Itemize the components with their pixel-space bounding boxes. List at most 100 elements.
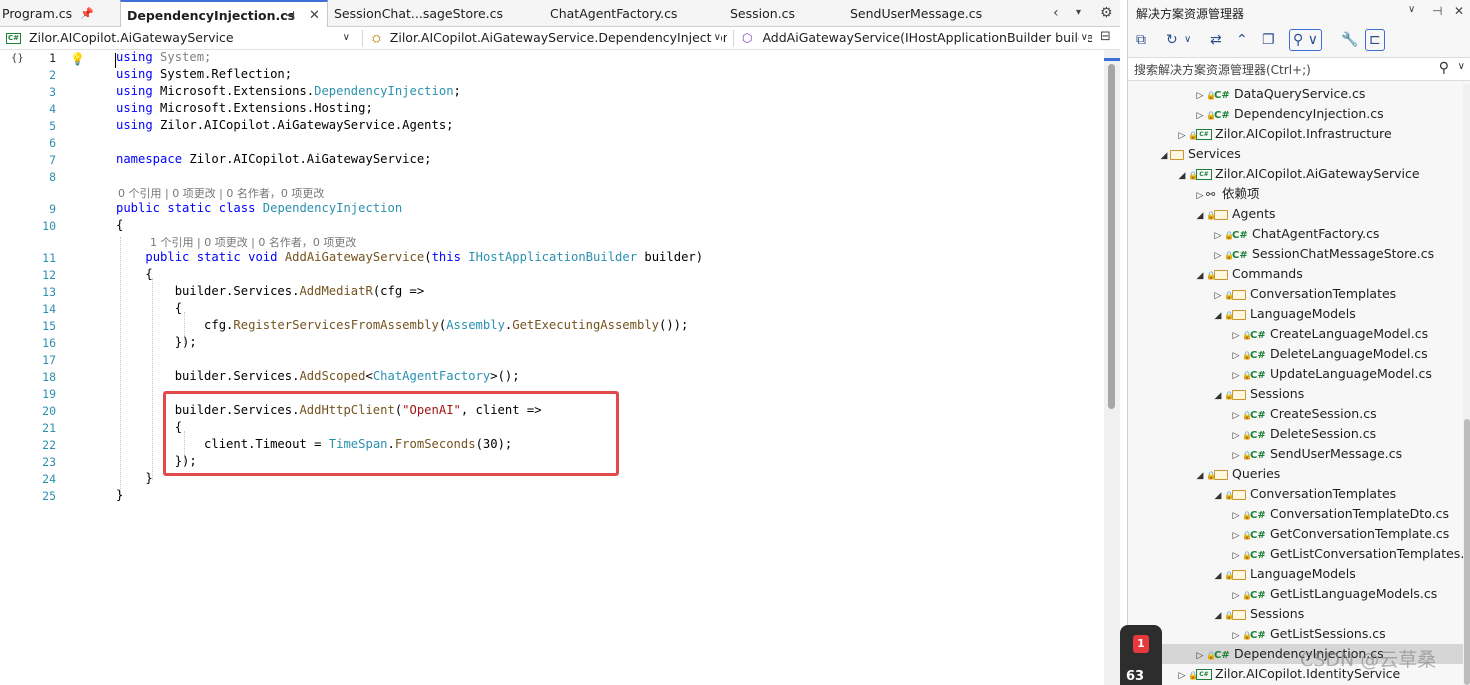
tree-item[interactable]: ▷ 🔒C# SendUserMessage.cs (1128, 444, 1463, 464)
expanded-arrow-icon[interactable]: ◢ (1212, 386, 1224, 406)
tree-item[interactable]: ▷ 🔒C# GetConversationTemplate.cs (1128, 524, 1463, 544)
tree-item[interactable]: ▷ 🔒C# GetListConversationTemplates.cs (1128, 544, 1463, 564)
tab-session[interactable]: Session.cs (730, 0, 840, 27)
collapsed-arrow-icon[interactable]: ▷ (1230, 366, 1242, 386)
chevron-down-icon[interactable]: ∨ (1458, 61, 1465, 72)
project-dropdown[interactable]: C# Zilor.AICopilot.AiGatewayService ∨ (6, 27, 356, 50)
solution-search-input[interactable] (1134, 60, 1424, 79)
tab-chat-agent-factory[interactable]: ChatAgentFactory.cs (550, 0, 710, 27)
tree-item[interactable]: ▷ 🔒C# DataQueryService.cs (1128, 84, 1463, 104)
expanded-arrow-icon[interactable]: ◢ (1212, 306, 1224, 326)
codelens-method[interactable]: 1 个引用 | 0 项更改 | 0 名作者，0 项更改 (150, 234, 356, 250)
collapsed-arrow-icon[interactable]: ▷ (1212, 246, 1224, 266)
expanded-arrow-icon[interactable]: ◢ (1212, 566, 1224, 586)
copy-icon[interactable]: ❐ (1262, 32, 1275, 48)
tab-send-user-message[interactable]: SendUserMessage.cs (850, 0, 1020, 27)
solution-search-box[interactable]: ⚲ ∨ (1128, 57, 1470, 81)
tree-item[interactable]: ▷ 🔒C# ChatAgentFactory.cs (1128, 224, 1463, 244)
close-icon[interactable]: ✕ (1454, 4, 1464, 18)
expanded-arrow-icon[interactable]: ◢ (1194, 206, 1206, 226)
sync-icon[interactable]: ⇄ (1210, 32, 1222, 48)
collapsed-arrow-icon[interactable]: ▷ (1194, 186, 1206, 206)
collapsed-arrow-icon[interactable]: ▷ (1230, 506, 1242, 526)
tree-item[interactable]: ◢ 🔒 Sessions (1128, 384, 1463, 404)
pin-icon[interactable]: ⊣ (285, 2, 295, 28)
gear-icon[interactable]: ⚙ (1100, 4, 1113, 22)
collapsed-arrow-icon[interactable]: ▷ (1194, 646, 1206, 666)
preview-icon[interactable]: ⊏ (1365, 29, 1385, 51)
history-icon[interactable]: ↻ (1166, 32, 1178, 48)
tree-item[interactable]: ▷ 🔒 ConversationTemplates (1128, 284, 1463, 304)
expanded-arrow-icon[interactable]: ◢ (1176, 166, 1188, 186)
collapsed-arrow-icon[interactable]: ▷ (1230, 446, 1242, 466)
switch-views-icon[interactable]: ⧉ (1136, 32, 1146, 48)
chevron-down-icon[interactable]: ∨ (1408, 4, 1415, 15)
tree-item[interactable]: ◢ 🔒 Sessions (1128, 604, 1463, 624)
tree-item[interactable]: ◢ 🔒 LanguageModels (1128, 564, 1463, 584)
scrollbar-thumb[interactable] (1464, 419, 1470, 685)
editor-scrollbar[interactable] (1104, 50, 1120, 685)
pin-icon[interactable]: ⊣ (1432, 4, 1442, 18)
collapsed-arrow-icon[interactable]: ▷ (1230, 326, 1242, 346)
tree-item[interactable]: ▷ 🔒C# SessionChatMessageStore.cs (1128, 244, 1463, 264)
chevron-down-icon[interactable]: ▾ (1076, 4, 1081, 22)
expanded-arrow-icon[interactable]: ◢ (1212, 486, 1224, 506)
type-dropdown[interactable]: ⛭ Zilor.AICopilot.AiGatewayService.Depen… (372, 27, 727, 50)
wrench-icon[interactable]: 🔧 (1341, 32, 1358, 48)
tab-session-chat-message-store[interactable]: SessionChat...sageStore.cs (334, 0, 534, 27)
tree-item[interactable]: ▷ 🔒C# CreateSession.cs (1128, 404, 1463, 424)
collapsed-arrow-icon[interactable]: ▷ (1194, 106, 1206, 126)
tree-item[interactable]: ◢ 🔒 LanguageModels (1128, 304, 1463, 324)
split-editor-icon[interactable]: ⊟ (1100, 29, 1111, 44)
expanded-arrow-icon[interactable]: ◢ (1158, 146, 1170, 166)
scrollbar-thumb[interactable] (1108, 64, 1115, 409)
tree-item[interactable]: ◢ 🔒 Commands (1128, 264, 1463, 284)
collapsed-arrow-icon[interactable]: ▷ (1230, 426, 1242, 446)
collapsed-arrow-icon[interactable]: ▷ (1194, 86, 1206, 106)
close-icon[interactable]: ✕ (309, 2, 320, 28)
expanded-arrow-icon[interactable]: ◢ (1194, 266, 1206, 286)
notification-widget[interactable]: 1 63 (1120, 625, 1162, 685)
tree-item[interactable]: ▷ 🔒C# DependencyInjection.cs (1128, 104, 1463, 124)
collapsed-arrow-icon[interactable]: ▷ (1230, 346, 1242, 366)
collapsed-arrow-icon[interactable]: ▷ (1176, 666, 1188, 685)
tree-item[interactable]: ◢ 🔒 ConversationTemplates (1128, 484, 1463, 504)
tree-item[interactable]: ▷ 🔒C# Zilor.AICopilot.Infrastructure (1128, 124, 1463, 144)
tab-dependency-injection[interactable]: DependencyInjection.cs ⊣ ✕ (120, 0, 328, 28)
tree-item[interactable]: ▷ ⚯ 依赖项 (1128, 184, 1463, 204)
collapse-all-icon[interactable]: ⌃ (1236, 32, 1248, 48)
collapsed-arrow-icon[interactable]: ▷ (1230, 626, 1242, 646)
filter-icon[interactable]: ⚲ ∨ (1289, 29, 1322, 51)
tree-item[interactable]: ◢ 🔒C# Zilor.AICopilot.AiGatewayService (1128, 164, 1463, 184)
tree-item[interactable]: ▷ 🔒C# GetListSessions.cs (1128, 624, 1463, 644)
tree-item[interactable]: ▷ 🔒C# UpdateLanguageModel.cs (1128, 364, 1463, 384)
tree-item[interactable]: ▷ 🔒C# ConversationTemplateDto.cs (1128, 504, 1463, 524)
collapsed-arrow-icon[interactable]: ▷ (1212, 226, 1224, 246)
tree-item[interactable]: ▷ 🔒C# DeleteLanguageModel.cs (1128, 344, 1463, 364)
tree-item[interactable]: ◢ 🔒 Queries (1128, 464, 1463, 484)
chevron-down-icon[interactable]: ∨ (1184, 32, 1191, 48)
pin-icon[interactable]: 📌 (80, 0, 94, 27)
collapsed-arrow-icon[interactable]: ▷ (1212, 286, 1224, 306)
collapsed-arrow-icon[interactable]: ▷ (1230, 546, 1242, 566)
tab-program[interactable]: Program.cs 📌 (0, 0, 118, 27)
tree-item[interactable]: ▷ 🔒C# DeleteSession.cs (1128, 424, 1463, 444)
expanded-arrow-icon[interactable]: ◢ (1212, 606, 1224, 626)
tree-item[interactable]: ▷ 🔒C# CreateLanguageModel.cs (1128, 324, 1463, 344)
search-icon[interactable]: ⚲ (1439, 60, 1449, 76)
code-line: cfg.RegisterServicesFromAssembly(Assembl… (116, 318, 689, 332)
tree-item[interactable]: ◢ Services (1128, 144, 1463, 164)
code-area[interactable]: {} 💡 1 2 3 4 5 6 7 8 9 10 11 12 13 14 15… (0, 50, 1104, 685)
expanded-arrow-icon[interactable]: ◢ (1194, 466, 1206, 486)
tree-item[interactable]: ▷ 🔒C# GetListLanguageModels.cs (1128, 584, 1463, 604)
lightbulb-icon[interactable]: 💡 (70, 52, 85, 66)
member-dropdown[interactable]: ⬡ AddAiGatewayService(IHostApplicationBu… (742, 27, 1092, 50)
tree-item[interactable]: ◢ 🔒 Agents (1128, 204, 1463, 224)
collapsed-arrow-icon[interactable]: ▷ (1230, 586, 1242, 606)
collapsed-arrow-icon[interactable]: ▷ (1230, 406, 1242, 426)
collapsed-arrow-icon[interactable]: ▷ (1176, 126, 1188, 146)
collapsed-arrow-icon[interactable]: ▷ (1230, 526, 1242, 546)
codelens-class[interactable]: 0 个引用 | 0 项更改 | 0 名作者，0 项更改 (118, 185, 324, 201)
chevron-left-icon[interactable]: ‹ (1053, 4, 1059, 22)
solution-scrollbar[interactable] (1463, 84, 1470, 685)
